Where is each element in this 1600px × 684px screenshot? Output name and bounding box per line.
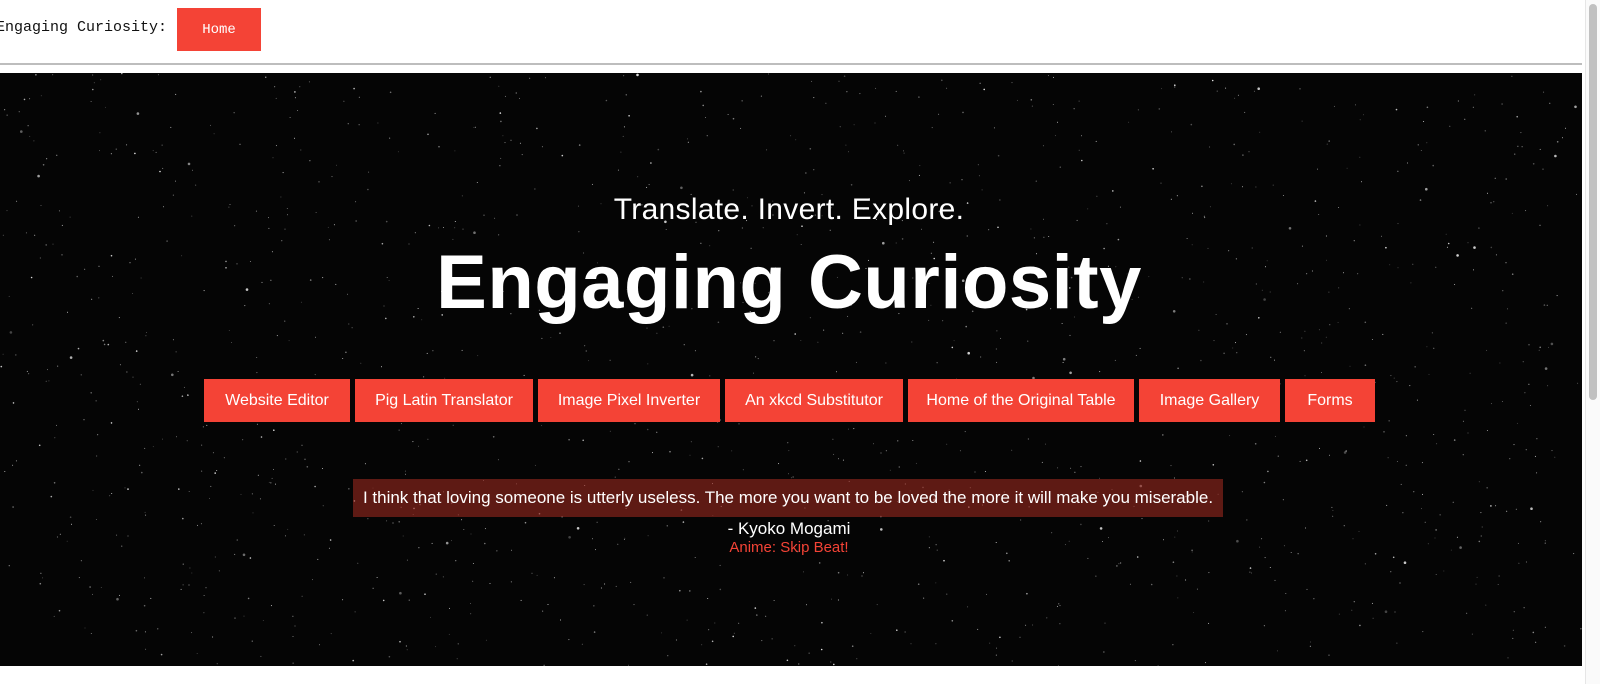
original-table-button[interactable]: Home of the Original Table — [908, 379, 1134, 422]
quote-text: I think that loving someone is utterly u… — [353, 479, 1223, 517]
image-pixel-inverter-button[interactable]: Image Pixel Inverter — [538, 379, 720, 422]
xkcd-substitutor-button[interactable]: An xkcd Substitutor — [725, 379, 903, 422]
hero-section: Translate. Invert. Explore. Engaging Cur… — [0, 73, 1582, 666]
quote-author: - Kyoko Mogami — [727, 519, 851, 538]
brand-label: Engaging Curiosity: — [0, 19, 168, 36]
website-editor-button[interactable]: Website Editor — [204, 379, 350, 422]
page-title: Engaging Curiosity — [436, 240, 1142, 325]
tool-nav: Website Editor Pig Latin Translator Imag… — [204, 379, 1375, 422]
image-gallery-button[interactable]: Image Gallery — [1139, 379, 1280, 422]
scrollbar-thumb[interactable] — [1589, 4, 1597, 400]
forms-button[interactable]: Forms — [1285, 379, 1375, 422]
hero-tagline: Translate. Invert. Explore. — [613, 193, 965, 226]
page-scrollbar[interactable] — [1585, 0, 1600, 684]
pig-latin-translator-button[interactable]: Pig Latin Translator — [355, 379, 533, 422]
home-button[interactable]: Home — [177, 8, 261, 51]
quote-source: Anime: Skip Beat! — [729, 539, 849, 556]
top-navbar: Engaging Curiosity: Home — [0, 0, 1582, 65]
